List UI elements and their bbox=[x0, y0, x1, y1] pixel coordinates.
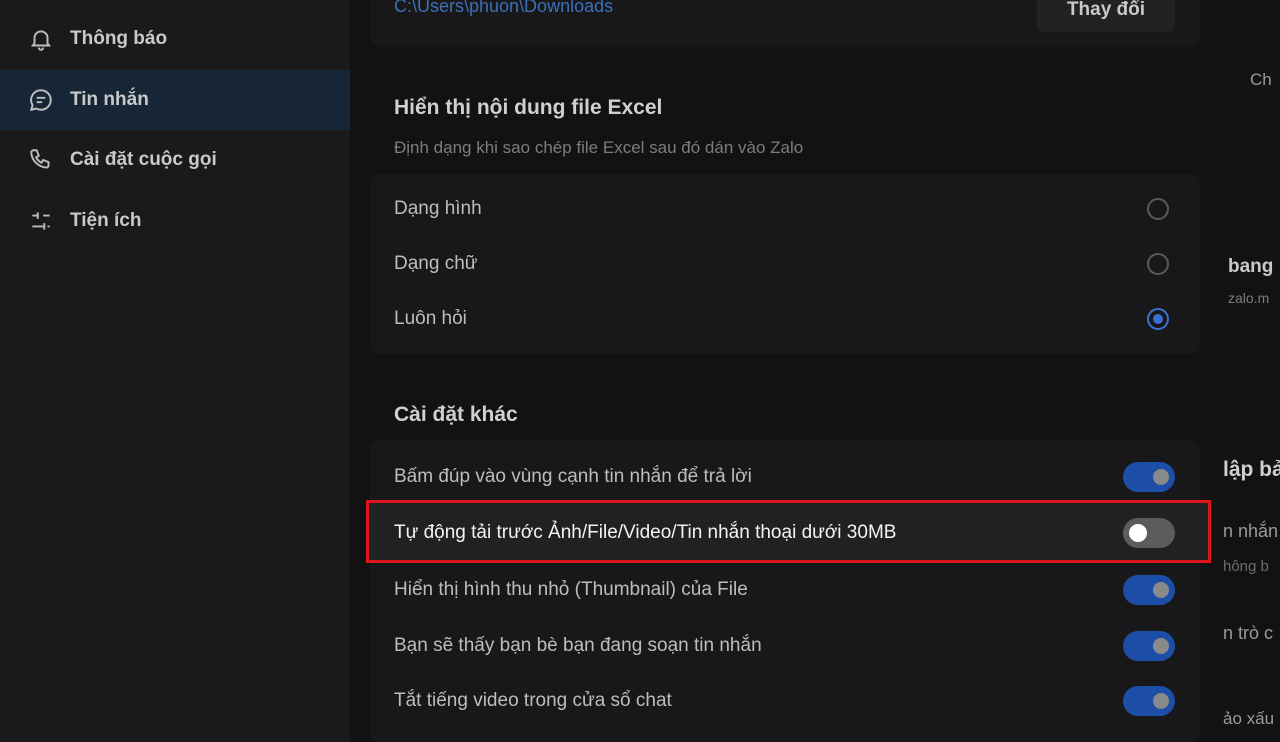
thumbnail-toggle[interactable] bbox=[1123, 575, 1175, 605]
fragment-text: hông b bbox=[1223, 558, 1269, 575]
sidebar-item-notifications[interactable]: Thông báo bbox=[0, 9, 350, 69]
fragment-text: lập bả bbox=[1223, 458, 1280, 481]
mute-video-toggle[interactable] bbox=[1123, 686, 1175, 716]
auto-download-toggle[interactable] bbox=[1123, 518, 1175, 548]
radio-image[interactable] bbox=[1147, 198, 1169, 220]
fragment-text: n trò c bbox=[1223, 623, 1274, 643]
sidebar-item-call-settings[interactable]: Cài đặt cuộc gọi bbox=[0, 130, 350, 190]
toggle-label: Bấm đúp vào vùng cạnh tin nhắn để trả lờ… bbox=[394, 466, 752, 487]
toggle-label: Hiển thị hình thu nhỏ (Thumbnail) của Fi… bbox=[394, 579, 748, 600]
toggle-label: Tắt tiếng video trong cửa sổ chat bbox=[394, 690, 672, 711]
utilities-icon bbox=[32, 212, 50, 230]
right-background-panel: Ch bang zalo.m lập bả n nhắn hông b n tr… bbox=[1220, 0, 1280, 742]
sidebar-item-utilities[interactable]: Tiện ích bbox=[0, 191, 350, 251]
sidebar-item-label: Tin nhắn bbox=[70, 89, 149, 110]
fragment-text: ảo xấu bbox=[1223, 709, 1275, 728]
change-folder-button[interactable]: Thay đổi bbox=[1037, 0, 1175, 32]
sidebar-item-label: Cài đặt cuộc gọi bbox=[70, 149, 217, 170]
sidebar-item-label: Thông báo bbox=[70, 28, 168, 49]
typing-indicator-toggle[interactable] bbox=[1123, 631, 1175, 661]
double-click-reply-toggle[interactable] bbox=[1123, 462, 1175, 492]
radio-always-ask[interactable] bbox=[1147, 308, 1169, 330]
settings-sidebar: Thông báo Tin nhắn Cài đặt cuộc gọi Tiện… bbox=[0, 0, 350, 742]
toggle-label: Tự động tải trước Ảnh/File/Video/Tin nhắ… bbox=[394, 522, 897, 543]
chat-icon bbox=[29, 89, 52, 112]
fragment-text: zalo.m bbox=[1228, 290, 1270, 306]
download-path: C:\Users\phuon\Downloads bbox=[394, 0, 614, 16]
fragment-text: bang bbox=[1228, 256, 1274, 277]
sidebar-item-label: Tiện ích bbox=[70, 210, 142, 231]
excel-options-card bbox=[370, 174, 1200, 354]
sidebar-item-messages[interactable]: Tin nhắn bbox=[0, 70, 350, 130]
option-label: Luôn hỏi bbox=[394, 308, 467, 329]
excel-section-title: Hiển thị nội dung file Excel bbox=[394, 96, 663, 119]
phone-icon bbox=[30, 149, 50, 169]
option-label: Dạng hình bbox=[394, 198, 482, 219]
toggle-label: Bạn sẽ thấy bạn bè bạn đang soạn tin nhắ… bbox=[394, 635, 762, 656]
excel-section-subtitle: Định dạng khi sao chép file Excel sau đó… bbox=[394, 138, 804, 157]
fragment-text: n nhắn bbox=[1223, 521, 1279, 541]
bell-icon bbox=[30, 30, 52, 51]
other-section-title: Cài đặt khác bbox=[394, 403, 518, 426]
radio-text[interactable] bbox=[1147, 253, 1169, 275]
fragment-text: Ch bbox=[1250, 70, 1272, 89]
option-label: Dạng chữ bbox=[394, 253, 478, 274]
